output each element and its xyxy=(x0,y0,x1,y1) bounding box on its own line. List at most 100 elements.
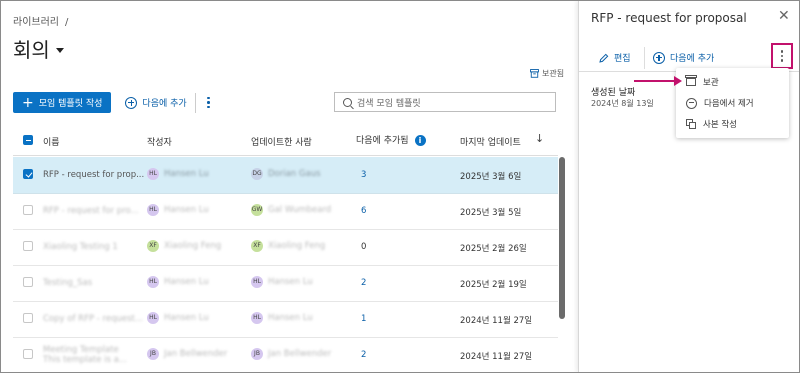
row-author: HL Hansen Lu xyxy=(147,204,209,216)
row-author-name: Xiaoling Feng xyxy=(164,241,222,251)
table-row[interactable]: RFP - request for pro... HL Hansen Lu GW Gal… xyxy=(13,193,558,230)
add-to-next-label: 다음에 추가 xyxy=(142,99,187,109)
main-content: 라이브러리 / 회의 보관됨 + 모임 템플릿 작성 다음에 추가 검색 모임 템… xyxy=(1,1,578,372)
row-author: JB Jan Bellwender xyxy=(147,348,227,360)
column-header-name[interactable]: 이름 xyxy=(43,135,60,148)
search-placeholder: 검색 모임 템플릿 xyxy=(357,98,421,109)
edit-button[interactable]: 편집 xyxy=(599,51,631,64)
created-date-label: 생성된 날짜 xyxy=(591,88,636,98)
page-title[interactable]: 회의 xyxy=(13,34,64,63)
row-last-updated: 2024년 11월 27일 xyxy=(460,316,533,326)
table-row[interactable]: Testing_Sas HL Hansen Lu HL Hansen Lu 2 2025년 … xyxy=(13,265,558,302)
table-row[interactable]: Xiaoling Testing 1 XF Xiaoling Feng XF Xiaol… xyxy=(13,229,558,266)
row-last-updated: 2024년 11월 27일 xyxy=(460,352,533,362)
copy-icon xyxy=(686,119,696,129)
row-checkbox[interactable] xyxy=(23,205,33,215)
row-added-count[interactable]: 3 xyxy=(361,170,366,180)
archive-icon xyxy=(685,75,697,86)
table-row[interactable]: Meeting Template This template is a... JB J… xyxy=(13,337,558,372)
row-checkbox[interactable] xyxy=(23,349,33,359)
info-icon[interactable]: i xyxy=(414,135,426,146)
table-scrollbar[interactable] xyxy=(559,157,565,319)
menu-item-remove-from-next[interactable]: 다음에서 제거 xyxy=(686,97,754,109)
row-checkbox[interactable] xyxy=(23,313,33,323)
row-updater-name: Dorian Gaus xyxy=(268,169,321,179)
panel-more-options-button[interactable] xyxy=(771,43,793,69)
pencil-icon xyxy=(599,53,609,63)
row-updater-name: Hansen Lu xyxy=(268,277,313,287)
row-added-count: 0 xyxy=(361,242,367,252)
column-header-author[interactable]: 작성자 xyxy=(147,135,172,148)
panel-title: RFP - request for proposal xyxy=(591,11,747,25)
search-input[interactable]: 검색 모임 템플릿 xyxy=(334,92,556,112)
column-header-added-to-next[interactable]: 다음에 추가됨 i xyxy=(356,133,426,146)
row-author: HL Hansen Lu xyxy=(147,168,209,180)
panel-add-to-next-button[interactable]: 다음에 추가 xyxy=(653,51,714,64)
row-last-updated: 2025년 3월 6일 xyxy=(460,172,522,182)
create-template-button[interactable]: + 모임 템플릿 작성 xyxy=(13,92,112,113)
column-header-last-updated[interactable]: 마지막 업데이트 xyxy=(460,135,521,148)
breadcrumb: 라이브러리 / xyxy=(13,13,68,28)
row-checkbox[interactable] xyxy=(23,169,33,179)
row-name[interactable]: RFP - request for prop... xyxy=(43,170,144,180)
avatar: HL xyxy=(251,276,263,288)
column-header-added-to-next-label: 다음에 추가됨 xyxy=(356,136,409,146)
row-updater-name: Gal Wumbeard xyxy=(268,205,332,215)
row-updater: XF Xiaoling Feng xyxy=(251,240,325,252)
avatar: XF xyxy=(251,240,263,252)
caret-down-icon xyxy=(55,48,64,53)
menu-item-archive[interactable]: 보관 xyxy=(685,75,719,88)
avatar: HL xyxy=(147,204,159,216)
avatar: HL xyxy=(147,276,159,288)
row-updater: DG Dorian Gaus xyxy=(251,168,321,180)
select-all-checkbox[interactable] xyxy=(23,135,33,145)
close-icon[interactable]: ✕ xyxy=(778,8,790,24)
archived-link-label: 보관됨 xyxy=(542,69,565,78)
avatar: DG xyxy=(251,168,263,180)
more-options-menu: 보관 다음에서 제거 사본 작성 xyxy=(676,68,789,138)
avatar: XF xyxy=(147,240,159,252)
toolbar: + 모임 템플릿 작성 다음에 추가 xyxy=(13,92,216,113)
row-author-name: Hansen Lu xyxy=(164,277,209,287)
row-added-count[interactable]: 2 xyxy=(361,350,366,360)
sort-descending-icon[interactable]: ↓ xyxy=(535,132,544,145)
add-circle-icon xyxy=(653,51,665,64)
table-header: 이름 작성자 업데이트한 사람 다음에 추가됨 i 마지막 업데이트 ↓ xyxy=(13,125,558,156)
row-name[interactable]: Meeting Template This template is a... xyxy=(43,345,127,365)
menu-item-remove-label: 다음에서 제거 xyxy=(704,99,754,109)
row-name[interactable]: RFP - request for pro... xyxy=(43,206,139,216)
row-last-updated: 2025년 3월 5일 xyxy=(460,208,522,218)
add-to-next-button[interactable]: 다음에 추가 xyxy=(125,96,187,109)
created-date-value: 2024년 8월 13일 xyxy=(591,99,654,108)
row-name[interactable]: Xiaoling Testing 1 xyxy=(43,242,118,252)
archive-icon xyxy=(530,69,539,78)
more-options-icon[interactable] xyxy=(202,96,216,109)
row-name[interactable]: Copy of RFP - request... xyxy=(43,314,143,324)
row-last-updated: 2025년 2월 26일 xyxy=(460,244,527,254)
search-icon xyxy=(343,97,352,107)
annotation-arrow-head xyxy=(674,76,682,86)
row-checkbox[interactable] xyxy=(23,277,33,287)
row-updater: HL Hansen Lu xyxy=(251,276,313,288)
row-added-count[interactable]: 1 xyxy=(361,314,366,324)
row-updater-name: Jan Bellwender xyxy=(268,349,332,359)
table-row[interactable]: Copy of RFP - request... HL Hansen Lu HL Han… xyxy=(13,301,558,338)
row-author: XF Xiaoling Feng xyxy=(147,240,221,252)
avatar: JB xyxy=(147,348,159,360)
details-panel: RFP - request for proposal ✕ 편집 다음에 추가 생… xyxy=(578,1,799,372)
row-updater: GW Gal Wumbeard xyxy=(251,204,331,216)
row-name[interactable]: Testing_Sas xyxy=(43,278,92,288)
breadcrumb-library-link[interactable]: 라이브러리 xyxy=(13,17,59,28)
app-window: 라이브러리 / 회의 보관됨 + 모임 템플릿 작성 다음에 추가 검색 모임 템… xyxy=(0,0,800,373)
row-last-updated: 2025년 2월 19일 xyxy=(460,280,527,290)
row-updater: JB Jan Bellwender xyxy=(251,348,331,360)
row-checkbox[interactable] xyxy=(23,241,33,251)
column-header-updated-by[interactable]: 업데이트한 사람 xyxy=(251,135,312,148)
archived-link[interactable]: 보관됨 xyxy=(530,68,564,79)
table-row[interactable]: RFP - request for prop... HL Hansen Lu DG Do… xyxy=(13,157,558,194)
menu-item-make-copy[interactable]: 사본 작성 xyxy=(686,118,737,130)
avatar: HL xyxy=(251,312,263,324)
row-added-count[interactable]: 2 xyxy=(361,278,366,288)
row-updater-name: Hansen Lu xyxy=(268,313,313,323)
row-added-count[interactable]: 6 xyxy=(361,206,366,216)
